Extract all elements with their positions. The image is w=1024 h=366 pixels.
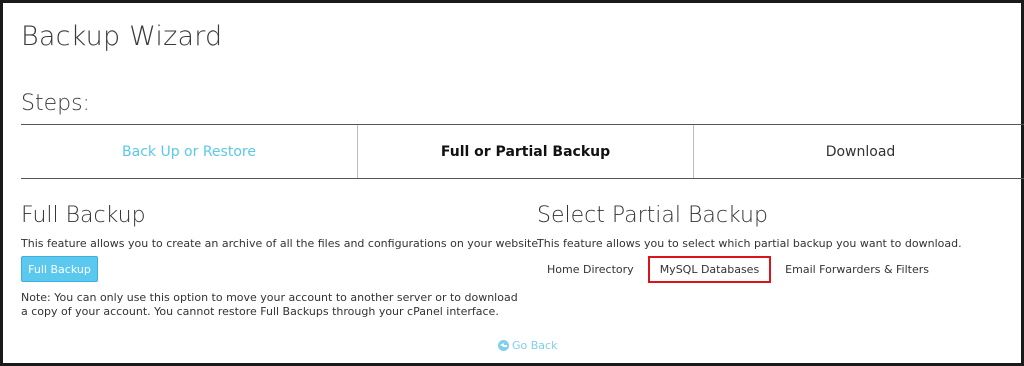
steps-heading: Steps: xyxy=(21,91,90,116)
partial-backup-description: This feature allows you to select which … xyxy=(537,237,962,250)
step-download: Download xyxy=(825,143,896,160)
step-back-up-or-restore[interactable]: Back Up or Restore xyxy=(21,125,358,178)
full-backup-description: This feature allows you to create an arc… xyxy=(21,237,542,250)
mysql-databases-link[interactable]: MySQL Databases xyxy=(647,255,772,283)
partial-backup-title: Select Partial Backup xyxy=(537,203,768,228)
backup-wizard-panel: Backup Wizard Steps: Back Up or Restore … xyxy=(0,0,1024,366)
arrow-circle-left-icon xyxy=(498,340,509,351)
go-back-label: Go Back xyxy=(512,339,558,352)
full-backup-title: Full Backup xyxy=(21,203,146,228)
home-directory-link[interactable]: Home Directory xyxy=(537,257,644,281)
go-back-link[interactable]: Go Back xyxy=(498,339,557,352)
email-forwarders-filters-link[interactable]: Email Forwarders & Filters xyxy=(775,257,939,281)
full-backup-button[interactable]: Full Backup xyxy=(21,256,98,282)
partial-backup-options: Home Directory MySQL Databases Email For… xyxy=(537,255,939,283)
full-backup-note: Note: You can only use this option to mo… xyxy=(21,291,518,318)
steps-progress-bar: Back Up or Restore Full or Partial Backu… xyxy=(21,124,1024,179)
page-title: Backup Wizard xyxy=(21,21,223,52)
step-full-or-partial-backup: Full or Partial Backup xyxy=(358,125,694,178)
